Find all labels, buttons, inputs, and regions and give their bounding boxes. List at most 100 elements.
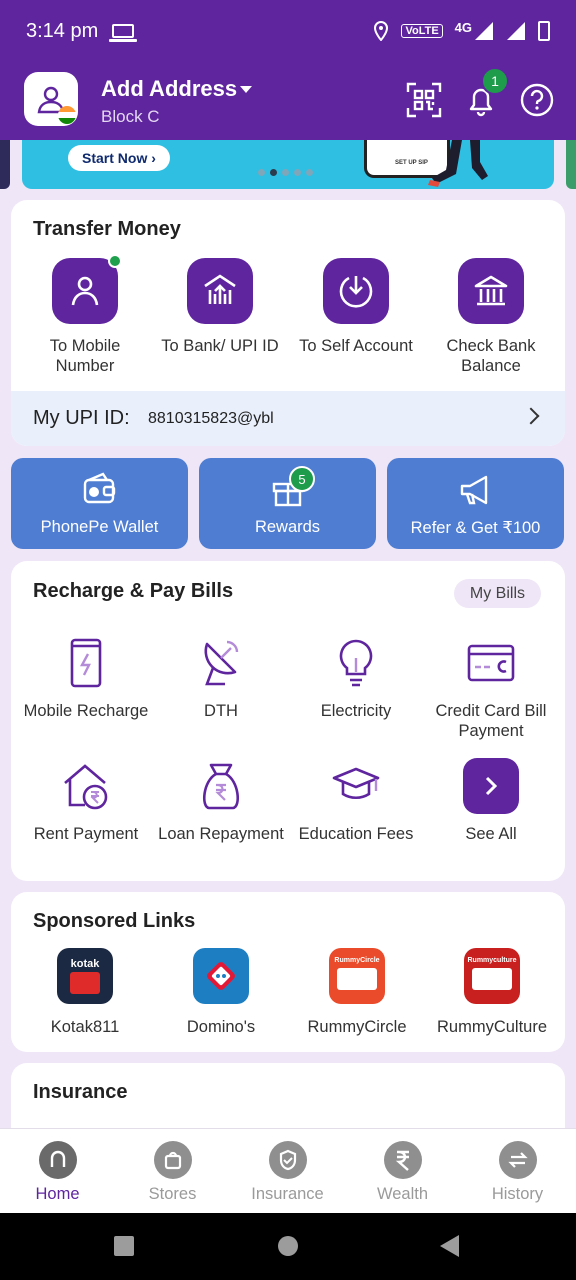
kotak811-label: Kotak811 xyxy=(50,1018,120,1036)
education-fees-label: Education Fees xyxy=(298,825,414,843)
help-icon[interactable] xyxy=(519,82,555,118)
status-icons: VoLTE 4G xyxy=(373,19,550,41)
promo-banner[interactable]: Start Now › SET UP SIP xyxy=(22,140,554,189)
kotak-logo-text: kotak xyxy=(70,958,100,970)
rupee-icon xyxy=(395,1150,409,1171)
dth-label: DTH xyxy=(204,702,238,720)
refer-tile[interactable]: Refer & Get ₹100 xyxy=(387,458,564,549)
home-button[interactable] xyxy=(278,1236,298,1256)
qr-scan-icon[interactable] xyxy=(406,82,442,118)
rent-payment-label: Rent Payment xyxy=(33,825,139,843)
phonepe-wallet-tile[interactable]: PhonePe Wallet xyxy=(11,458,188,549)
nav-insurance[interactable]: Insurance xyxy=(230,1141,345,1204)
chevron-right-icon xyxy=(485,776,498,796)
sponsored-rummyculture[interactable]: Rummyculture RummyCulture xyxy=(422,948,562,1037)
check-bank-balance[interactable]: Check Bank Balance xyxy=(426,258,556,376)
home-icon xyxy=(50,1150,65,1167)
banner-dot xyxy=(306,169,313,176)
nav-stores[interactable]: Stores xyxy=(115,1141,230,1204)
nav-history[interactable]: History xyxy=(460,1141,575,1204)
mobile-icon xyxy=(70,638,102,688)
person-icon xyxy=(71,276,99,306)
see-all[interactable]: See All xyxy=(416,758,566,844)
bank-icon xyxy=(474,275,508,306)
caret-down-icon xyxy=(240,86,252,93)
signal-icon xyxy=(475,22,493,40)
sponsored-links-card: Sponsored Links kotak Kotak811 Domino's … xyxy=(11,892,565,1052)
sponsored-kotak811[interactable]: kotak Kotak811 xyxy=(15,948,155,1037)
wallet-icon xyxy=(83,472,115,504)
new-indicator-dot xyxy=(108,254,122,268)
shopping-bag-icon xyxy=(164,1151,181,1170)
address-title: Add Address xyxy=(101,76,238,101)
check-bank-balance-label: Check Bank Balance xyxy=(446,337,536,375)
satellite-dish-icon xyxy=(204,640,239,686)
battery-icon xyxy=(538,21,550,41)
swap-arrows-icon xyxy=(507,1152,528,1168)
to-self-account[interactable]: To Self Account xyxy=(291,258,421,356)
notification-badge: 1 xyxy=(481,67,509,95)
loan-repayment-label: Loan Repayment xyxy=(158,825,284,843)
chevron-right-icon xyxy=(522,407,540,425)
signal-icon-2 xyxy=(507,22,525,40)
system-nav-bar xyxy=(0,1213,576,1280)
nav-wealth[interactable]: Wealth xyxy=(345,1141,460,1204)
address-subtitle: Block C xyxy=(101,107,160,126)
sponsored-dominos[interactable]: Domino's xyxy=(151,948,291,1037)
electricity[interactable]: Electricity xyxy=(281,635,431,721)
to-bank-upi[interactable]: To Bank/ UPI ID xyxy=(155,258,285,356)
to-mobile-number[interactable]: To Mobile Number xyxy=(20,254,150,376)
network-type: 4G xyxy=(454,19,472,35)
profile-avatar[interactable] xyxy=(24,72,78,126)
electricity-label: Electricity xyxy=(320,702,392,720)
loan-repayment[interactable]: Loan Repayment xyxy=(146,758,296,844)
dominos-logo xyxy=(193,948,249,1004)
mobile-recharge[interactable]: Mobile Recharge xyxy=(11,635,161,721)
rent-payment[interactable]: Rent Payment xyxy=(11,758,161,844)
banner-next-peek xyxy=(566,140,576,189)
nav-insurance-label: Insurance xyxy=(251,1185,324,1203)
my-bills-button[interactable]: My Bills xyxy=(453,579,541,608)
nav-home[interactable]: Home xyxy=(0,1141,115,1204)
insurance-title: Insurance xyxy=(33,1081,128,1103)
rummyculture-label: RummyCulture xyxy=(436,1018,548,1036)
upi-id-row[interactable]: My UPI ID: 8810315823@ybl xyxy=(11,391,565,446)
banner-dot xyxy=(294,169,301,176)
shield-icon xyxy=(279,1149,296,1171)
education-fees[interactable]: Education Fees xyxy=(281,758,431,844)
recent-apps-button[interactable] xyxy=(114,1236,134,1256)
nav-home-label: Home xyxy=(35,1185,80,1203)
back-button[interactable] xyxy=(440,1235,459,1257)
see-all-label: See All xyxy=(465,825,517,843)
upi-id-value: 8810315823@ybl xyxy=(148,410,274,427)
transfer-money-title: Transfer Money xyxy=(33,218,181,240)
banner-cta-button[interactable]: Start Now › xyxy=(68,145,170,171)
banner-dot-active xyxy=(270,169,277,176)
rummyculture-logo: Rummyculture xyxy=(464,948,520,1004)
rummycircle-label: RummyCircle xyxy=(307,1018,407,1036)
credit-card-bill[interactable]: Credit Card Bill Payment xyxy=(416,635,566,741)
banner-figure-illustration xyxy=(428,140,488,187)
sponsored-links-title: Sponsored Links xyxy=(33,910,196,932)
rummycircle-logo-text: RummyCircle xyxy=(334,956,380,964)
banner-dot xyxy=(282,169,289,176)
money-bag-icon xyxy=(202,763,240,810)
house-rupee-icon xyxy=(64,764,108,810)
bank-upload-icon xyxy=(204,274,236,304)
to-self-account-label: To Self Account xyxy=(299,337,413,355)
status-bar: 3:14 pm VoLTE 4G xyxy=(0,0,576,62)
rewards-tile[interactable]: Rewards xyxy=(199,458,376,549)
sponsored-rummycircle[interactable]: RummyCircle RummyCircle xyxy=(287,948,427,1037)
recharge-bills-title: Recharge & Pay Bills xyxy=(33,580,234,602)
banner-dot xyxy=(258,169,265,176)
phonepe-wallet-label: PhonePe Wallet xyxy=(40,518,159,536)
recharge-bills-card: Recharge & Pay Bills My Bills Mobile Rec… xyxy=(11,561,565,881)
credit-card-bill-label: Credit Card Bill Payment xyxy=(435,702,547,740)
dth[interactable]: DTH xyxy=(146,635,296,721)
bottom-nav: Home Stores Insurance Wealth History xyxy=(0,1128,576,1213)
rewards-label: Rewards xyxy=(254,518,321,536)
location-icon xyxy=(374,21,389,41)
kotak-logo: kotak xyxy=(57,948,113,1004)
refer-label: Refer & Get ₹100 xyxy=(410,519,541,537)
mobile-recharge-label: Mobile Recharge xyxy=(23,702,149,720)
